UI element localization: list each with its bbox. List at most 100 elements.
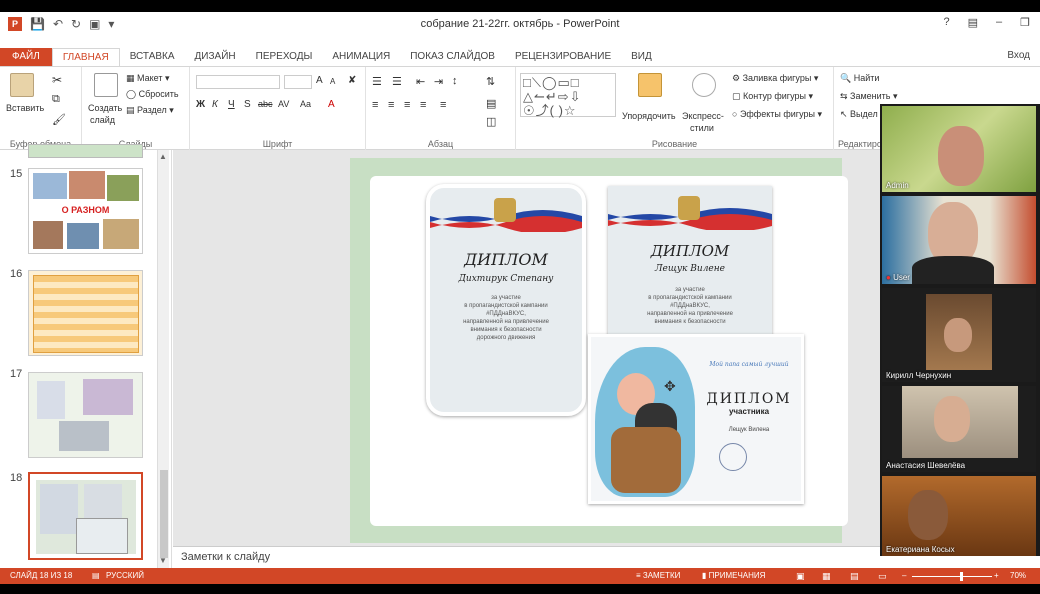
- replace-button[interactable]: ⇆ Заменить ▾: [840, 91, 898, 102]
- slide-thumbnail-16[interactable]: [28, 270, 143, 356]
- tab-file[interactable]: ФАЙЛ: [0, 48, 52, 66]
- zoom-level[interactable]: 70%: [1010, 571, 1026, 580]
- signin-link[interactable]: Вход: [1007, 50, 1030, 61]
- select-button[interactable]: ↖ Выдел: [840, 109, 878, 120]
- bold-button[interactable]: Ж: [196, 99, 205, 110]
- shape-outline-button[interactable]: ▢ Контур фигуры ▾: [732, 91, 813, 102]
- format-painter-icon[interactable]: 🖌: [52, 113, 66, 126]
- underline-button[interactable]: Ч: [228, 99, 235, 110]
- zoom-out-button[interactable]: –: [902, 571, 906, 580]
- diploma-image-2[interactable]: ДИПЛОМ Лещук Вилене за участие в пропага…: [608, 186, 772, 346]
- notes-toggle[interactable]: ≡ ЗАМЕТКИ: [636, 571, 680, 580]
- new-slide-icon[interactable]: [94, 73, 118, 97]
- comments-toggle[interactable]: ▮ ПРИМЕЧАНИЯ: [702, 571, 765, 580]
- slide-thumbnail-15[interactable]: О РАЗНОМ: [28, 168, 143, 254]
- slide-thumbnail-18[interactable]: [28, 472, 143, 560]
- justify-icon[interactable]: ≡: [420, 99, 426, 111]
- scroll-up-icon[interactable]: ▲: [159, 152, 167, 161]
- normal-view-icon[interactable]: ▣: [796, 571, 805, 582]
- italic-button[interactable]: К: [212, 99, 218, 110]
- spellcheck-icon[interactable]: ▤: [92, 571, 100, 580]
- window-controls: ? ▤ – ❐: [943, 16, 1030, 29]
- find-button[interactable]: 🔍 Найти: [840, 73, 879, 84]
- zoom-slider-track[interactable]: [912, 576, 992, 577]
- paste-button[interactable]: Вставить: [6, 103, 44, 113]
- slideshow-view-icon[interactable]: ▭: [878, 571, 887, 582]
- decrease-indent-icon[interactable]: ⇤: [416, 75, 425, 88]
- shadow-button[interactable]: S: [244, 99, 251, 110]
- slide-content-frame: ДИПЛОМ Дихтирук Степану за участие в про…: [370, 176, 848, 526]
- current-slide[interactable]: ДИПЛОМ Дихтирук Степану за участие в про…: [350, 158, 848, 543]
- align-center-icon[interactable]: ≡: [388, 99, 394, 111]
- diploma-image-3[interactable]: Мой папа самый лучший ДИПЛОМ участника Л…: [588, 334, 804, 504]
- participant-tile[interactable]: Анастасия Шевелёва: [882, 386, 1036, 472]
- tab-design[interactable]: ДИЗАЙН: [185, 48, 246, 66]
- reading-view-icon[interactable]: ▤: [850, 571, 859, 582]
- tab-home[interactable]: ГЛАВНАЯ: [51, 48, 120, 66]
- new-slide-label-2[interactable]: слайд: [90, 115, 115, 125]
- ribbon-display-options-icon[interactable]: ▤: [968, 16, 978, 29]
- zoom-slider-thumb[interactable]: [960, 572, 963, 581]
- slide-thumbnail-14[interactable]: [28, 144, 143, 158]
- notes-pane[interactable]: Заметки к слайду: [173, 546, 880, 568]
- align-left-icon[interactable]: ≡: [372, 99, 378, 111]
- section-button[interactable]: ▤ Раздел ▾: [126, 105, 174, 116]
- copy-icon[interactable]: ⧉: [52, 93, 60, 106]
- arrange-icon[interactable]: [638, 73, 662, 97]
- align-right-icon[interactable]: ≡: [404, 99, 410, 111]
- increase-indent-icon[interactable]: ⇥: [434, 75, 443, 88]
- align-text-icon[interactable]: ▤: [486, 97, 496, 110]
- diploma-2-line: за участие: [675, 287, 705, 293]
- participant-name: Анастасия Шевелёва: [886, 461, 966, 470]
- tab-review[interactable]: РЕЦЕНЗИРОВАНИЕ: [505, 48, 621, 66]
- slide-thumbnail-17[interactable]: [28, 372, 143, 458]
- minimize-button[interactable]: –: [996, 16, 1002, 29]
- participant-tile[interactable]: Кирилл Чернухин: [882, 288, 1036, 382]
- smartart-icon[interactable]: ◫: [486, 115, 496, 128]
- participant-tile[interactable]: ● User: [882, 196, 1036, 284]
- shape-fill-button[interactable]: ⚙ Заливка фигуры ▾: [732, 73, 818, 84]
- language-indicator[interactable]: РУССКИЙ: [106, 571, 144, 580]
- participant-tile[interactable]: Admin: [882, 106, 1036, 192]
- new-slide-button[interactable]: Создать: [88, 103, 122, 113]
- restore-icon[interactable]: ❐: [1020, 16, 1030, 29]
- scrollbar-thumb[interactable]: [160, 470, 168, 558]
- slide-sorter-icon[interactable]: ▦: [822, 571, 831, 582]
- change-case-button[interactable]: Aa: [300, 99, 311, 109]
- tab-slideshow[interactable]: ПОКАЗ СЛАЙДОВ: [400, 48, 505, 66]
- quick-styles-label-2[interactable]: стили: [690, 123, 714, 133]
- scroll-down-icon[interactable]: ▼: [159, 556, 167, 565]
- tab-insert[interactable]: ВСТАВКА: [120, 48, 185, 66]
- shape-effects-button[interactable]: ○ Эффекты фигуры ▾: [732, 109, 822, 120]
- numbering-icon[interactable]: ☰: [392, 75, 402, 88]
- paragraph-group: ☰ ☰ ⇤ ⇥ ↕ ⇅ ≡ ≡ ≡ ≡ ≡ ▤ ◫ Абзац: [366, 67, 516, 151]
- tab-view[interactable]: ВИД: [621, 48, 662, 66]
- line-spacing-icon[interactable]: ↕: [452, 75, 458, 87]
- diploma-image-1[interactable]: ДИПЛОМ Дихтирук Степану за участие в про…: [426, 184, 586, 416]
- quick-styles-button[interactable]: Экспресс-: [682, 111, 724, 121]
- grow-font-button[interactable]: A: [316, 75, 323, 86]
- bullets-icon[interactable]: ☰: [372, 75, 382, 88]
- tab-transitions[interactable]: ПЕРЕХОДЫ: [246, 48, 323, 66]
- text-direction-icon[interactable]: ⇅: [486, 75, 495, 88]
- columns-icon[interactable]: ≡: [440, 99, 446, 111]
- reset-button[interactable]: ◯ Сбросить: [126, 89, 179, 100]
- tab-animations[interactable]: АНИМАЦИЯ: [322, 48, 400, 66]
- help-button[interactable]: ?: [943, 16, 949, 29]
- shapes-gallery[interactable]: □⟍◯▭□ △↼↵⇨⇩ ☉⤴( )☆: [520, 73, 616, 118]
- cut-icon[interactable]: ✂: [52, 73, 62, 87]
- strikethrough-button[interactable]: abc: [258, 99, 273, 109]
- font-color-button[interactable]: A: [328, 99, 335, 110]
- font-name-select[interactable]: [196, 75, 280, 89]
- arrange-button[interactable]: Упорядочить: [622, 111, 676, 121]
- layout-button[interactable]: ▦ Макет ▾: [126, 73, 170, 84]
- shrink-font-button[interactable]: A: [330, 77, 335, 86]
- paste-icon[interactable]: [10, 73, 34, 97]
- quick-styles-icon[interactable]: [692, 73, 716, 97]
- thumbnails-scrollbar[interactable]: ▲ ▼: [157, 150, 169, 568]
- char-spacing-button[interactable]: AV: [278, 99, 289, 109]
- font-size-select[interactable]: [284, 75, 312, 89]
- participant-tile[interactable]: Екатериана Косых: [882, 476, 1036, 556]
- zoom-in-button[interactable]: +: [994, 571, 999, 580]
- clear-format-icon[interactable]: ✘: [348, 75, 356, 86]
